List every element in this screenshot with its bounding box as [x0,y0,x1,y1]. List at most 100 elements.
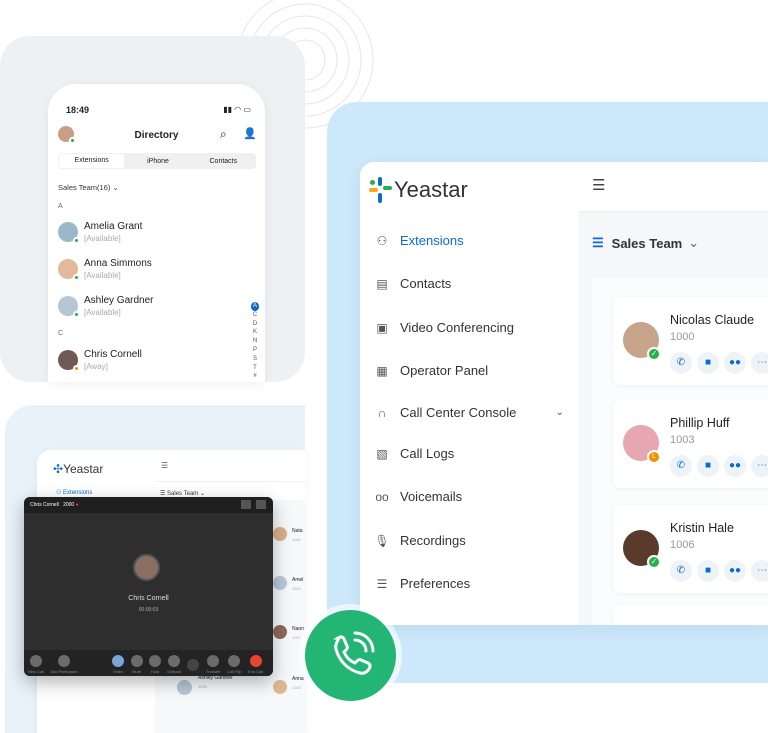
video-call-button[interactable]: ■ [697,352,719,374]
tab-iphone[interactable]: iPhone [125,158,190,165]
end-call-button[interactable]: End Call [248,655,263,674]
avatar [273,576,287,590]
call-button[interactable]: ✆ [670,560,692,582]
nav-call-logs[interactable]: ▧ Call Logs [374,446,454,461]
contact-ext: 1010 [292,685,301,690]
online-badge [73,274,80,281]
mute-button[interactable]: Mute [130,655,143,674]
index-letter[interactable]: K [251,328,259,337]
call-timer: 00:00:03 [138,607,159,613]
index-letter[interactable]: P [251,346,259,355]
call-header: Chris Cornell 2000 ● [24,497,273,513]
contact-ext: 1009 [198,684,207,689]
fullscreen-icon[interactable] [256,500,266,509]
contact-ext: 1004 [292,586,301,591]
list-item[interactable]: Chris Cornell [Away] [58,349,142,372]
contacts-icon: ▤ [376,276,388,291]
video-call-button[interactable]: ■ [697,455,719,477]
more-button[interactable]: ⋯ [751,352,768,374]
index-letter[interactable]: S [251,355,259,364]
nav-preferences[interactable]: ☰ Preferences [374,576,470,591]
video-button[interactable]: Video [112,655,125,674]
online-badge [73,311,80,318]
nav-operator-panel[interactable]: ▦ Operator Panel [374,363,488,378]
section-letter: C [58,330,64,337]
avatar [273,680,287,694]
video-call-button[interactable]: ■ [697,560,719,582]
search-icon[interactable]: ⌕ [220,127,227,142]
nav-voicemails[interactable]: oo Voicemails [374,489,462,504]
contact-name: Nicolas Claude [670,313,755,327]
index-letter[interactable]: T [251,364,259,373]
menu-collapse-icon[interactable]: ☰ [592,176,605,194]
contact-name: Chris Cornell [84,349,142,360]
transfer-button[interactable]: Transfer [206,655,221,674]
tab-contacts[interactable]: Contacts [191,158,256,165]
nav-extensions[interactable]: ⚇ Extensions [56,489,92,496]
avatar [177,680,192,695]
more-button[interactable]: ⋯ [751,560,768,582]
brand-logo: ✣Yeastar [53,462,104,476]
contact-card[interactable]: ✓ Nicolas Claude 1000 ✆ ■ ●● ⋯ [613,297,768,385]
group-selector[interactable]: ☰ Sales Team ⌄ [592,235,699,251]
voicemail-button[interactable]: ●● [724,352,746,374]
away-badge [73,365,80,372]
caller-ext: 2000 [63,502,75,508]
voicemail-button[interactable]: ●● [724,560,746,582]
nav-call-center-console[interactable]: ∩ Call Center Console ⌄ [374,405,564,420]
nav-video-conferencing[interactable]: ▣ Video Conferencing [374,320,514,335]
index-letter[interactable]: # [251,372,259,381]
call-flip-button[interactable]: Call Flip [227,655,242,674]
preferences-icon: ☰ [376,576,388,591]
call-button[interactable]: ✆ [670,352,692,374]
group-selector[interactable]: Sales Team(16) ⌄ [58,183,119,192]
contact-name: Kristin Hale [670,521,734,535]
alphabet-index[interactable]: A C D K N P S T # [251,302,259,381]
index-letter[interactable]: D [251,320,259,329]
contact-name: Amelia Grant [84,221,143,232]
contact-name: Nata [292,528,303,534]
call-button[interactable]: ✆ [670,455,692,477]
nav-contacts[interactable]: ▤ Contacts [374,276,451,291]
tab-extensions[interactable]: Extensions [59,154,125,168]
index-letter[interactable]: N [251,337,259,346]
desktop-app: Yeastar ⚇ Extensions ▤ Contacts ▣ Video Con… [360,162,768,625]
index-letter[interactable]: C [251,311,259,320]
hold-button[interactable]: Hold [148,655,161,674]
avatar [273,625,287,639]
list-item[interactable]: Anna Simmons [Available] [58,258,152,281]
add-participant-button[interactable]: Add Participant [50,655,78,674]
page-title: Directory [134,130,179,141]
add-contact-icon[interactable]: 👤 [243,127,257,140]
avatar [133,554,160,581]
list-item[interactable]: Amelia Grant [Available] [58,221,143,244]
list-item[interactable]: Ashley Gardner [Available] [58,295,153,318]
more-button[interactable]: ⋯ [751,455,768,477]
section-letter: A [58,203,63,210]
avatar [273,527,287,541]
call-window: Chris Cornell 2000 ● Chris Cornell 00:00… [24,497,273,676]
menu-collapse-icon[interactable]: ☰ [161,461,168,470]
nav-extensions[interactable]: ⚇ Extensions [374,233,464,248]
contact-ext: 1001 [292,537,301,542]
voicemail-button[interactable]: ●● [724,455,746,477]
contact-card[interactable] [613,605,768,625]
contact-name: Anna [292,676,304,682]
nav-recordings[interactable]: 🎙 Recordings [374,533,465,548]
status-time: 18:49 [66,105,90,115]
group-selector[interactable]: ☰ Sales Team ⌄ [160,490,205,497]
online-badge [73,237,80,244]
online-badge: ✓ [647,347,661,361]
mini-topbar [155,450,305,482]
index-letter[interactable]: A [251,302,259,311]
call-button-large[interactable] [305,610,396,701]
contact-card[interactable]: ✓ Kristin Hale 1006 ✆ ■ ●● ⋯ [613,505,768,593]
contact-status: [Away] [84,362,108,371]
contact-card[interactable]: L Phillip Huff 1003 ✆ ■ ●● ⋯ [613,400,768,488]
contact-name: Amel [292,577,304,583]
dialpad-button[interactable]: Dialpad [167,655,181,674]
new-call-button[interactable]: New Call [28,655,44,674]
avatar [58,222,80,244]
phone-icon [333,631,375,675]
pip-icon[interactable] [241,500,251,509]
